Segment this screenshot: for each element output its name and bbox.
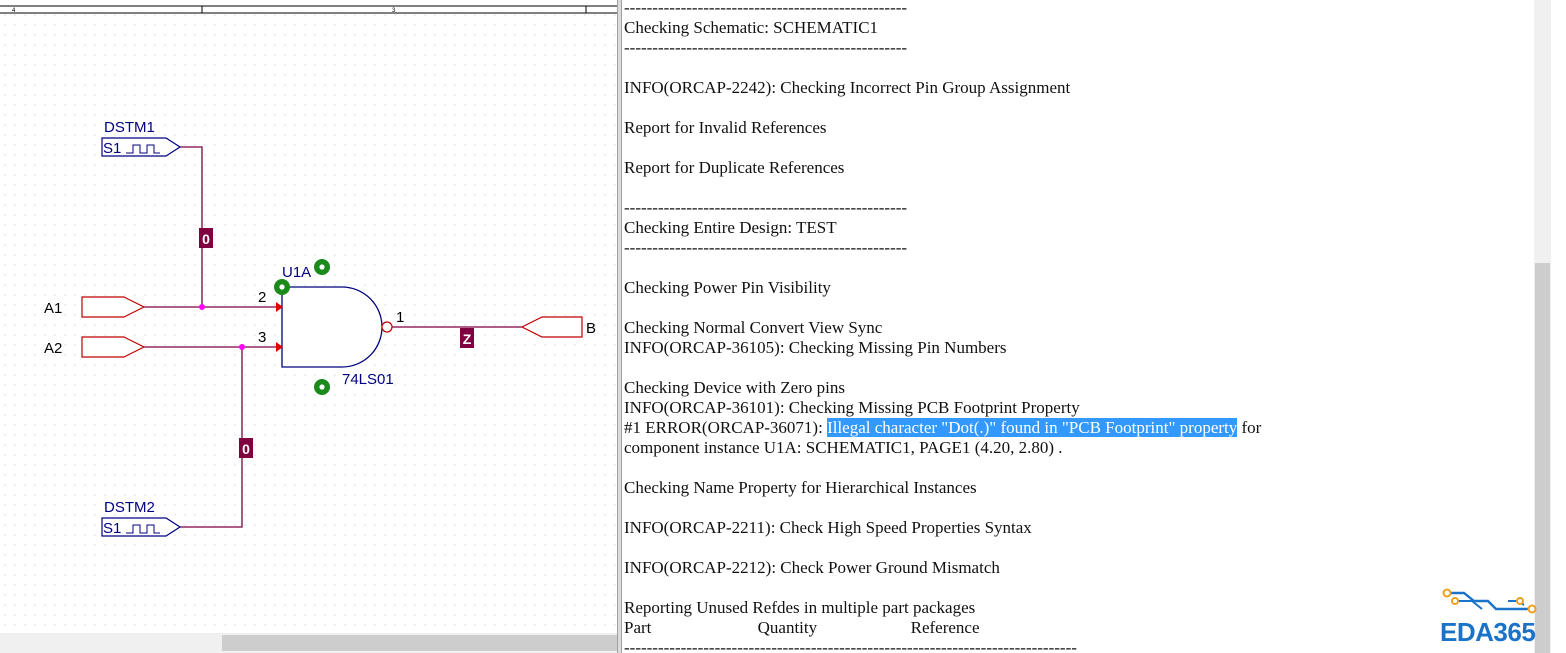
window-edge — [1551, 0, 1566, 653]
report-line-text: Checking Power Pin Visibility — [624, 278, 831, 297]
report-line — [624, 358, 1261, 378]
report-line: Reporting Unused Refdes in multiple part… — [624, 598, 1261, 618]
report-line: INFO(ORCAP-2212): Check Power Ground Mis… — [624, 558, 1261, 578]
vertical-scrollbar[interactable] — [1534, 0, 1551, 653]
report-line-text: #1 ERROR(ORCAP-36071): — [624, 418, 828, 437]
report-line-text: ----------------------------------------… — [624, 238, 908, 257]
report-line-text: Reporting Unused Refdes in multiple part… — [624, 598, 976, 617]
report-line-text: Checking Device with Zero pins — [624, 378, 845, 397]
report-line — [624, 298, 1261, 318]
junction-dot — [239, 344, 245, 350]
report-line-text: Checking Entire Design: TEST — [624, 218, 837, 237]
logo-text: EDA365 — [1440, 617, 1536, 647]
report-line-text: Checking Schematic: SCHEMATIC1 — [624, 18, 879, 37]
report-line: INFO(ORCAP-36105): Checking Missing Pin … — [624, 338, 1261, 358]
report-line — [624, 58, 1261, 78]
report-line-text: Checking Normal Convert View Sync — [624, 318, 883, 337]
drc-marker-icon[interactable] — [274, 279, 290, 295]
inversion-bubble — [381, 321, 393, 333]
report-line-text: INFO(ORCAP-36105): Checking Missing Pin … — [624, 338, 1007, 357]
report-line-text: Part Quantity Reference — [624, 618, 980, 637]
svg-text:0: 0 — [242, 441, 250, 457]
pin-number-3: 3 — [258, 329, 266, 346]
report-line-text: component instance U1A: SCHEMATIC1, PAGE… — [624, 438, 1063, 457]
svg-text:0: 0 — [202, 231, 210, 247]
report-lines: ----------------------------------------… — [624, 0, 1261, 653]
page-ruler: 4 3 — [0, 5, 617, 14]
report-line-text: ----------------------------------------… — [624, 638, 1077, 653]
drc-marker-icon[interactable] — [314, 259, 330, 275]
drc-report-text[interactable]: ----------------------------------------… — [622, 0, 1534, 653]
report-line-text: INFO(ORCAP-2242): Checking Incorrect Pin… — [624, 78, 1071, 97]
report-line: Checking Normal Convert View Sync — [624, 318, 1261, 338]
dstm2-reference: DSTM2 — [104, 499, 155, 516]
report-line: Checking Schematic: SCHEMATIC1 — [624, 18, 1261, 38]
report-line: INFO(ORCAP-36101): Checking Missing PCB … — [624, 398, 1261, 418]
schematic-canvas[interactable]: 4 3 0 0 Z DSTM1 S1 DSTM2 S1 A1 A2 B U1A … — [0, 0, 617, 653]
net-alias-top[interactable]: 0 — [199, 228, 213, 248]
gate-value: 74LS01 — [342, 371, 394, 388]
circuit-trace-icon — [1442, 588, 1537, 614]
report-line — [624, 98, 1261, 118]
report-line: Part Quantity Reference — [624, 618, 1261, 638]
report-line-text: ----------------------------------------… — [624, 0, 908, 17]
dstm1-value: S1 — [103, 140, 121, 157]
report-line — [624, 538, 1261, 558]
report-line — [624, 258, 1261, 278]
report-line: ----------------------------------------… — [624, 38, 1261, 58]
report-line — [624, 458, 1261, 478]
report-line: #1 ERROR(ORCAP-36071): Illegal character… — [624, 418, 1261, 438]
report-line: Checking Entire Design: TEST — [624, 218, 1261, 238]
report-line-text: INFO(ORCAP-2211): Check High Speed Prope… — [624, 518, 1032, 537]
svg-text:B: B — [586, 320, 596, 337]
net-alias-bottom[interactable]: 0 — [239, 438, 253, 458]
svg-text:A1: A1 — [44, 300, 62, 317]
report-line — [624, 178, 1261, 198]
dstm2-value: S1 — [103, 520, 121, 537]
report-line: ----------------------------------------… — [624, 638, 1261, 653]
horizontal-scrollbar[interactable] — [0, 633, 617, 653]
report-line: component instance U1A: SCHEMATIC1, PAGE… — [624, 438, 1261, 458]
report-line: Report for Invalid References — [624, 118, 1261, 138]
report-line-suffix: for — [1237, 418, 1262, 437]
report-line-text: Checking Name Property for Hierarchical … — [624, 478, 977, 497]
drc-marker-icon[interactable] — [314, 379, 330, 395]
report-line: ----------------------------------------… — [624, 238, 1261, 258]
eda365-logo: EDA365 — [1438, 585, 1558, 647]
report-line: ----------------------------------------… — [624, 0, 1261, 18]
report-line-text: ----------------------------------------… — [624, 198, 908, 217]
report-line: ----------------------------------------… — [624, 198, 1261, 218]
report-line-text: Report for Duplicate References — [624, 158, 845, 177]
junction-dot — [199, 304, 205, 310]
svg-text:Z: Z — [463, 331, 472, 347]
port-a1[interactable]: A1 — [44, 296, 146, 318]
report-line: Report for Duplicate References — [624, 158, 1261, 178]
report-line — [624, 578, 1261, 598]
report-line — [624, 498, 1261, 518]
horizontal-scrollbar-thumb[interactable] — [222, 635, 617, 651]
report-line: INFO(ORCAP-2242): Checking Incorrect Pin… — [624, 78, 1261, 98]
report-line: Checking Device with Zero pins — [624, 378, 1261, 398]
schematic-drawing[interactable]: 4 3 0 0 Z DSTM1 S1 DSTM2 S1 A1 A2 B U1A … — [0, 0, 617, 633]
pin-number-1: 1 — [396, 309, 404, 326]
net-alias-output[interactable]: Z — [460, 328, 474, 348]
report-line-text: Report for Invalid References — [624, 118, 827, 137]
report-line-text: INFO(ORCAP-36101): Checking Missing PCB … — [624, 398, 1080, 417]
gate-reference: U1A — [282, 264, 311, 281]
report-line: INFO(ORCAP-2211): Check High Speed Prope… — [624, 518, 1261, 538]
pin-number-2: 2 — [258, 289, 266, 306]
report-line-text: ----------------------------------------… — [624, 38, 908, 57]
report-line-text: INFO(ORCAP-2212): Check Power Ground Mis… — [624, 558, 1000, 577]
report-line: Checking Name Property for Hierarchical … — [624, 478, 1261, 498]
selected-error-text[interactable]: Illegal character "Dot(.)" found in "PCB… — [827, 418, 1238, 437]
report-line — [624, 138, 1261, 158]
report-line: Checking Power Pin Visibility — [624, 278, 1261, 298]
dstm1-reference: DSTM1 — [104, 119, 155, 136]
svg-text:A2: A2 — [44, 340, 62, 357]
port-a2[interactable]: A2 — [44, 336, 146, 358]
